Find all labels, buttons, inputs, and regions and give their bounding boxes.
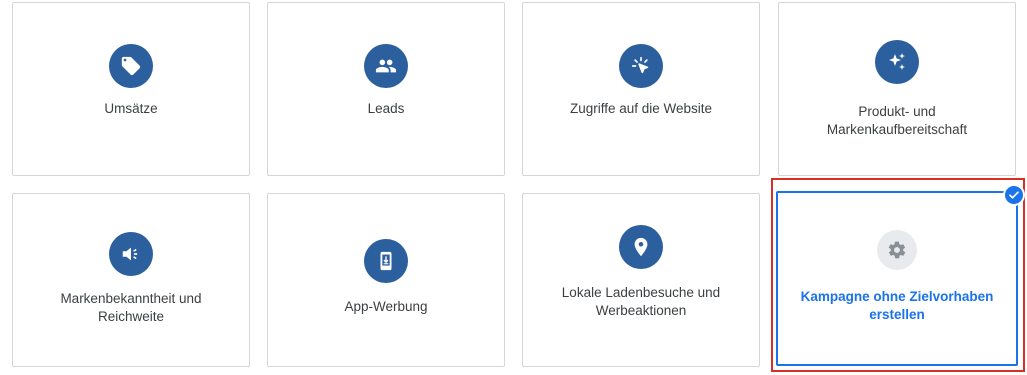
check-icon bbox=[1003, 184, 1025, 206]
card-brand-awareness[interactable]: Markenbekanntheit und Reichweite bbox=[12, 193, 250, 367]
card-website-traffic[interactable]: Zugriffe auf die Website bbox=[522, 2, 760, 176]
card-label: Markenbekanntheit und Reichweite bbox=[46, 290, 215, 326]
card-label: Produkt- und Markenkaufbereitschaft bbox=[813, 103, 981, 139]
card-label-line2: Reichweite bbox=[97, 309, 164, 324]
megaphone-icon bbox=[109, 232, 153, 276]
card-umsaetze[interactable]: Umsätze bbox=[12, 2, 250, 176]
sparkle-icon bbox=[875, 40, 919, 84]
card-label-line1: Markenbekanntheit und bbox=[60, 291, 202, 306]
card-label-line2: Markenkaufbereitschaft bbox=[826, 122, 968, 137]
card-label-line2: Werbeaktionen bbox=[595, 303, 687, 318]
card-leads[interactable]: Leads bbox=[267, 2, 505, 176]
people-icon bbox=[364, 44, 408, 88]
card-brand-consideration[interactable]: Produkt- und Markenkaufbereitschaft bbox=[778, 2, 1016, 176]
card-label: Zugriffe auf die Website bbox=[569, 101, 713, 116]
card-label: Leads bbox=[367, 101, 405, 116]
card-label: App-Werbung bbox=[344, 299, 428, 314]
card-label: Umsätze bbox=[104, 101, 158, 116]
tag-icon bbox=[109, 44, 153, 88]
phone-download-icon bbox=[364, 239, 408, 283]
card-label: Lokale Ladenbesuche und Werbeaktionen bbox=[548, 284, 734, 320]
cursor-click-icon bbox=[619, 44, 663, 88]
card-local-store-visits[interactable]: Lokale Ladenbesuche und Werbeaktionen bbox=[522, 193, 760, 367]
selection-highlight bbox=[771, 178, 1025, 372]
card-label-line1: Lokale Ladenbesuche und bbox=[561, 285, 721, 300]
card-app-promotion[interactable]: App-Werbung bbox=[267, 193, 505, 367]
card-label-line1: Produkt- und bbox=[858, 104, 936, 119]
location-pin-icon bbox=[619, 225, 663, 269]
